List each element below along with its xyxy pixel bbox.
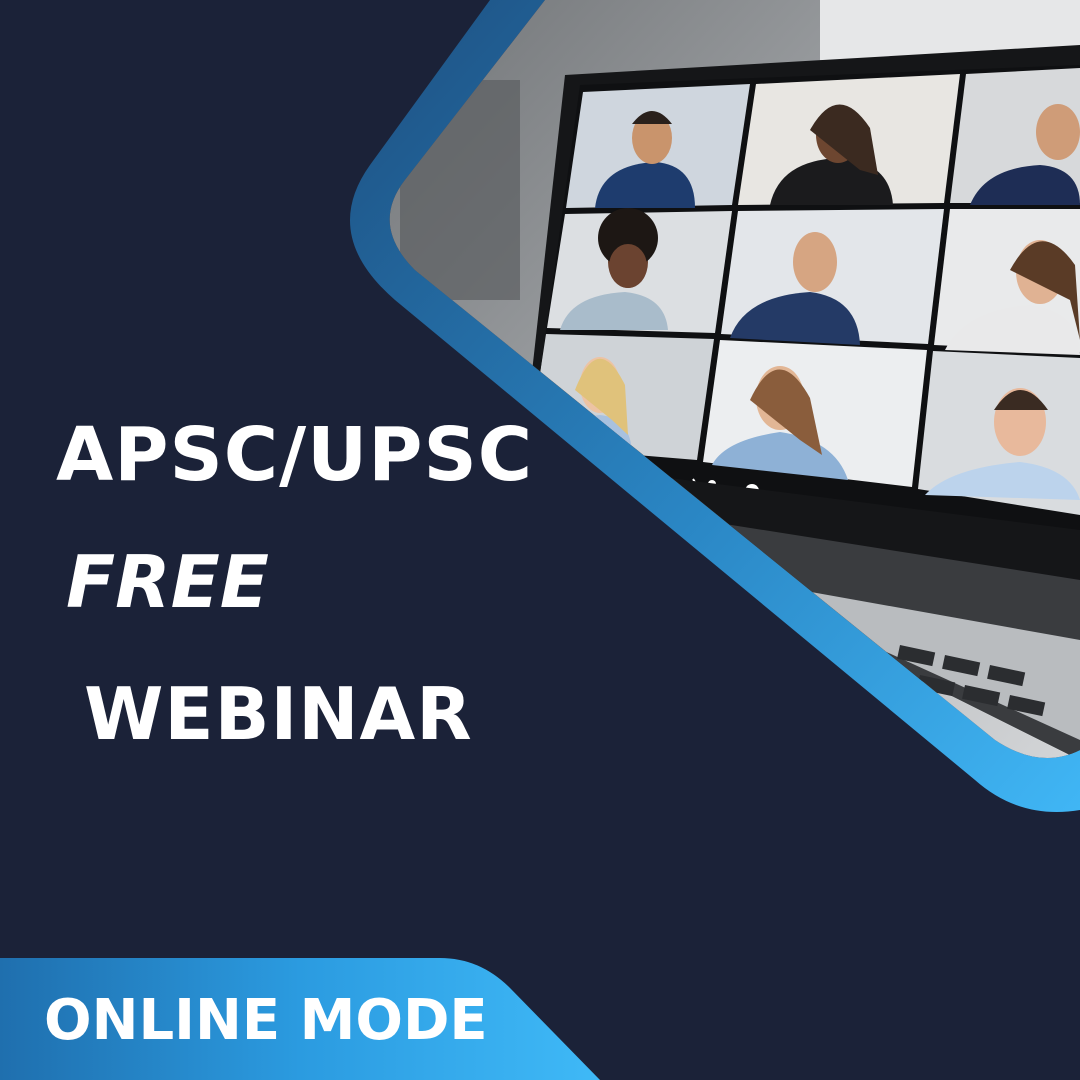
title-line-3: WEBINAR [84,672,473,756]
webinar-poster: APSC/UPSC FREE WEBINAR ONLINE MODE [0,0,1080,1080]
title-line-2: FREE [66,540,269,624]
online-mode-label: ONLINE MODE [44,988,488,1053]
title-line-1: APSC/UPSC [56,412,534,498]
